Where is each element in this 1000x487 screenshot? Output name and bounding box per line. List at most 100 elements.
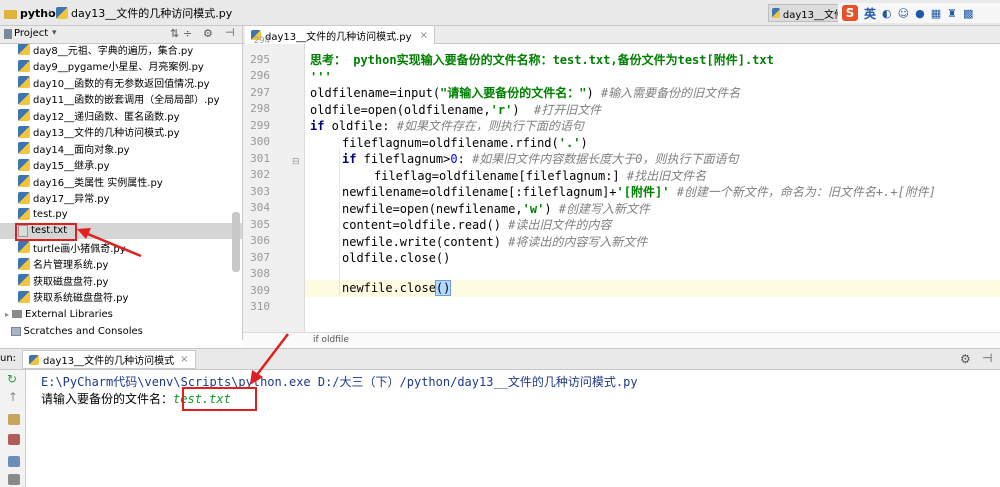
tree-item[interactable]: day12__递归函数、匿名函数.py	[0, 107, 242, 124]
code-line-306: newfile.write(content) #将读出的内容写入新文件	[342, 235, 648, 249]
hide-icon[interactable]: ⊣	[982, 351, 992, 365]
code-line-296: '''	[310, 70, 332, 84]
tree-item[interactable]: day16__类属性 实例属性.py	[0, 173, 242, 190]
run-label: un:	[0, 353, 17, 364]
tree-item-label: test.py	[33, 208, 68, 220]
line-number: 295	[250, 52, 270, 66]
project-icon	[4, 29, 12, 39]
chevron-right-icon: ▸	[5, 309, 10, 319]
sogou-icon[interactable]: S	[842, 5, 858, 21]
python-file-icon	[18, 92, 30, 105]
tree-scratches[interactable]: Scratches and Consoles	[0, 323, 242, 340]
tree-item[interactable]: day10__函数的有无参数返回值情况.py	[0, 74, 242, 91]
tree-item-label: 获取系统磁盘盘符.py	[33, 293, 129, 305]
run-console[interactable]: E:\PyCharm代码\venv\Scripts\python.exe D:/…	[26, 370, 1000, 487]
code-breadcrumb[interactable]: if oldfile	[243, 332, 1000, 348]
indent-guide	[339, 148, 340, 296]
rerun-icon[interactable]: ↻	[7, 372, 17, 386]
python-file-icon	[18, 274, 30, 287]
wrap-icon[interactable]	[8, 414, 20, 425]
annotation-box	[15, 223, 77, 241]
ime-language-toggle[interactable]: 英	[864, 5, 876, 22]
fold-icon[interactable]: ⊟	[292, 157, 300, 167]
run-toolwindow-header: un: day13__文件的几种访问模式 × ⚙ ⊣	[0, 348, 1000, 370]
tree-item[interactable]: 名片管理系统.py	[0, 256, 242, 273]
line-number: 294	[253, 36, 270, 46]
stop-icon[interactable]	[8, 434, 20, 445]
line-number: 310	[250, 300, 270, 313]
keyboard-icon[interactable]: ▦	[931, 7, 941, 20]
collapse-icon[interactable]: ⇅	[170, 27, 179, 40]
run-side-toolbar: ↻ ↑	[0, 370, 26, 487]
gear-icon[interactable]: ⚙	[203, 27, 213, 40]
tab-day13[interactable]: day13__文件的几种访问模式.py ×	[245, 26, 435, 44]
run-config-selector[interactable]: day13__文件	[768, 4, 848, 22]
python-file-icon	[56, 7, 68, 19]
line-number: 306	[250, 234, 270, 247]
tree-external-libraries[interactable]: ▸ External Libraries	[0, 306, 242, 323]
line-number: 298	[250, 102, 270, 115]
tree-item[interactable]: day13__文件的几种访问模式.py	[0, 124, 242, 141]
hide-icon[interactable]: ⊣	[225, 26, 235, 39]
gear-icon[interactable]: ⚙	[960, 352, 971, 366]
editor-tab-bar: day13__文件的几种访问模式.py ×	[243, 26, 1000, 44]
scroll-from-source-icon[interactable]: ÷	[183, 27, 192, 40]
close-icon[interactable]: ×	[420, 30, 428, 41]
line-number: 307	[250, 250, 270, 264]
library-icon	[12, 310, 23, 319]
code-line-301: if fileflagnum>0: #如果旧文件内容数据长度大于0，则执行下面语…	[342, 152, 739, 166]
tree-item[interactable]: day11__函数的嵌套调用（全局局部）.py	[0, 91, 242, 108]
code-line-303: newfilename=oldfilename[:fileflagnum]+'[…	[342, 185, 937, 199]
run-tab[interactable]: day13__文件的几种访问模式 ×	[22, 350, 196, 369]
line-number: 301	[250, 151, 270, 165]
project-tree: day8__元祖、字典的遍历，集合.py day9__pygame小星星、月亮案例…	[0, 44, 243, 340]
tree-item-label: day9__pygame小星星、月亮案例.py	[33, 62, 204, 74]
grid-icon[interactable]: ▩	[963, 7, 973, 20]
scratches-icon	[10, 326, 21, 336]
moon-icon[interactable]: ◐	[882, 7, 892, 20]
code-line-300: fileflagnum=oldfilename.rfind('.')	[342, 136, 588, 150]
run-config-label: day13__文件	[782, 9, 844, 21]
tree-item[interactable]: turtle画小猪佩奇.py	[0, 239, 242, 256]
emoji-icon[interactable]: ☺	[898, 7, 909, 20]
tree-item[interactable]: day8__元祖、字典的遍历，集合.py	[0, 44, 242, 58]
tree-item-label: day15__继承.py	[33, 161, 110, 173]
tree-item[interactable]: day14__面向对象.py	[0, 140, 242, 157]
tree-scrollbar[interactable]	[232, 212, 240, 272]
tree-item[interactable]: day15__继承.py	[0, 157, 242, 174]
nav-file[interactable]: day13__文件的几种访问模式.py	[56, 5, 232, 21]
annotation-box	[182, 387, 257, 411]
tree-item-label: 名片管理系统.py	[33, 260, 109, 272]
shirt-icon[interactable]: ♜	[947, 7, 957, 20]
print-icon[interactable]	[8, 456, 20, 467]
tree-item[interactable]: day17__异常.py	[0, 190, 242, 207]
tree-item[interactable]: day9__pygame小星星、月亮案例.py	[0, 58, 242, 75]
line-number: 302	[250, 168, 270, 181]
code-line-308: newfile.close()	[342, 280, 452, 296]
nav-project[interactable]: python	[4, 5, 64, 21]
folder-icon	[4, 9, 17, 19]
python-file-icon	[772, 8, 780, 18]
tree-item-label: day16__类属性 实例属性.py	[33, 177, 163, 189]
project-panel-title[interactable]: Project	[14, 28, 48, 39]
console-command: E:\PyCharm代码\venv\Scripts\python.exe D:/…	[41, 375, 638, 389]
python-file-icon	[29, 354, 39, 365]
line-number: 309	[250, 283, 270, 297]
tab-label: day13__文件的几种访问模式.py	[265, 31, 412, 43]
tree-item-label: 获取磁盘盘符.py	[33, 276, 109, 288]
tree-item[interactable]: 获取系统磁盘盘符.py	[0, 289, 242, 306]
chevron-down-icon[interactable]: ▾	[52, 28, 57, 38]
code-line-297: oldfilename=input("请输入要备份的文件名：") #输入需要备份…	[310, 86, 741, 100]
python-file-icon	[18, 208, 30, 221]
python-file-icon	[18, 257, 30, 270]
tree-item[interactable]: test.py	[0, 206, 242, 223]
microphone-icon[interactable]: ●	[915, 7, 925, 20]
trash-icon[interactable]	[8, 474, 20, 485]
close-icon[interactable]: ×	[180, 354, 188, 365]
python-file-icon	[18, 191, 30, 204]
tree-item[interactable]: 获取磁盘盘符.py	[0, 272, 242, 289]
scroll-up-icon[interactable]: ↑	[8, 390, 18, 404]
code-editor[interactable]: 思考： python实现输入要备份的文件名称：test.txt,备份文件为tes…	[305, 44, 1000, 332]
python-file-icon	[18, 109, 30, 122]
run-tab-label: day13__文件的几种访问模式	[43, 356, 175, 367]
